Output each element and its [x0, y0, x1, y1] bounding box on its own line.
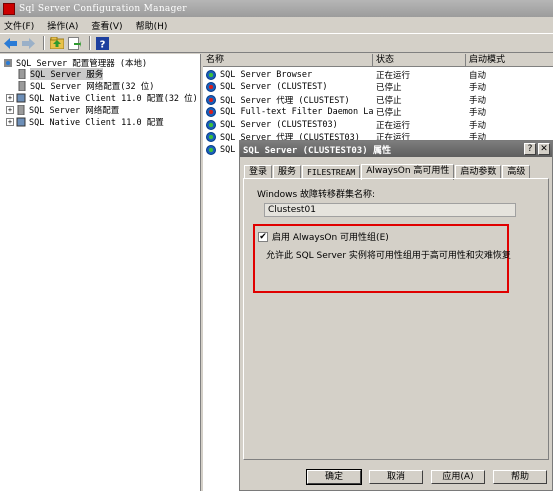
service-name: SQL Server (CLUSTEST03)	[220, 119, 338, 130]
apply-button[interactable]: 应用(A)	[431, 470, 485, 484]
toolbar-divider	[43, 36, 45, 50]
tree-item-native-client[interactable]: + SQL Native Client 11.0 配置	[6, 116, 164, 128]
list-header: 名称 状态 启动模式	[203, 54, 553, 67]
help-button[interactable]: 帮助	[493, 470, 547, 484]
alwayson-description: 允许此 SQL Server 实例将可用性组用于高可用性和灾难恢复	[266, 251, 511, 261]
list-row[interactable]: SQL Server (CLUSTEST03) 正在运行 手动	[203, 118, 553, 131]
tab-log-on[interactable]: 登录	[244, 165, 273, 179]
tree-expand-toggle[interactable]: +	[6, 118, 14, 126]
service-stopped-icon	[206, 82, 216, 92]
ok-button[interactable]: 确定	[306, 469, 362, 485]
toolbar: ?	[0, 33, 553, 53]
service-name: SQL Server 代理 (CLUSTEST)	[220, 95, 350, 106]
enable-alwayson-label: 启用 AlwaysOn 可用性组(E)	[272, 233, 389, 243]
app-title: Sql Server Configuration Manager	[19, 3, 187, 14]
service-name-cell: SQL Full-text Filter Daemon La...	[203, 107, 373, 117]
properties-dialog: SQL Server (CLUSTEST03) 属性 ? ✕ 登录 服务 FIL…	[239, 140, 553, 491]
tab-filestream[interactable]: FILESTREAM	[302, 165, 361, 179]
cancel-button[interactable]: 取消	[369, 470, 423, 484]
service-status-cell: 已停止	[376, 108, 402, 118]
back-arrow-icon[interactable]	[3, 36, 18, 51]
menu-bar: 文件(F) 操作(A) 查看(V) 帮助(H)	[0, 17, 553, 33]
service-name-cell: SQL Server 代理 (CLUSTEST)	[203, 94, 373, 106]
tab-startup-parameters[interactable]: 启动参数	[455, 165, 502, 179]
menu-action[interactable]: 操作(A)	[47, 19, 78, 32]
service-name: SQL Server Browser	[220, 69, 313, 80]
tree-item-native-client-32[interactable]: + SQL Native Client 11.0 配置(32 位)	[6, 92, 198, 104]
service-start-mode-cell: 手动	[469, 120, 487, 131]
service-name-cell: SQL Server (CLUSTEST)	[203, 82, 373, 92]
export-list-icon[interactable]	[67, 36, 82, 51]
help-icon[interactable]: ?	[95, 36, 110, 51]
list-row[interactable]: SQL Full-text Filter Daemon La... 已停止 手动	[203, 106, 553, 119]
native-client-icon	[16, 117, 26, 127]
toolbar-divider	[89, 36, 91, 50]
service-running-icon	[206, 144, 216, 155]
tree-item-network-config[interactable]: + SQL Server 网络配置	[6, 104, 119, 116]
enable-alwayson-checkbox[interactable]: ✔ 启用 AlwaysOn 可用性组(E)	[258, 230, 389, 243]
service-name-cell: SQL Server Browser	[203, 69, 373, 80]
list-row[interactable]: SQL Server (CLUSTEST) 已停止 手动	[203, 81, 553, 94]
service-running-icon	[206, 69, 216, 80]
tab-advanced[interactable]: 高级	[502, 165, 531, 179]
svg-text:?: ?	[100, 39, 106, 50]
tree-item-network-config-32[interactable]: SQL Server 网络配置(32 位)	[17, 80, 154, 92]
service-name: SQL	[220, 144, 236, 155]
tab-service[interactable]: 服务	[273, 165, 302, 179]
native-client-icon	[16, 93, 26, 103]
cluster-name-label: Windows 故障转移群集名称:	[257, 190, 376, 200]
column-header-start-mode[interactable]: 启动模式	[466, 54, 553, 67]
service-status-cell: 正在运行	[376, 70, 411, 81]
service-status-cell: 已停止	[376, 95, 402, 106]
checkbox-check-icon[interactable]: ✔	[258, 231, 268, 242]
service-name: SQL Server (CLUSTEST)	[220, 82, 328, 92]
dialog-title: SQL Server (CLUSTEST03) 属性	[243, 145, 392, 156]
cluster-name-field: Clustest01	[264, 203, 516, 217]
tree-expand-toggle[interactable]: +	[6, 94, 14, 102]
service-start-mode-cell: 自动	[469, 70, 487, 81]
dialog-help-button[interactable]: ?	[524, 143, 536, 155]
service-status-cell: 已停止	[376, 83, 402, 93]
dialog-title-bar: SQL Server (CLUSTEST03) 属性 ? ✕	[240, 141, 552, 157]
menu-file[interactable]: 文件(F)	[4, 19, 34, 32]
column-header-name[interactable]: 名称	[203, 54, 373, 67]
service-start-mode-cell: 手动	[469, 83, 487, 93]
menu-view[interactable]: 查看(V)	[91, 19, 122, 32]
app-icon	[3, 2, 15, 15]
tree-item-sql-server-services[interactable]: SQL Server 服务	[17, 68, 104, 80]
service-start-mode-cell: 手动	[469, 108, 487, 118]
service-running-icon	[206, 132, 216, 142]
forward-arrow-icon[interactable]	[21, 36, 36, 51]
list-row[interactable]: SQL Server 代理 (CLUSTEST) 已停止 手动	[203, 93, 553, 106]
alwayson-tab-panel: Windows 故障转移群集名称: Clustest01 ✔ 启用 Always…	[243, 178, 549, 460]
service-running-icon	[206, 119, 216, 130]
menu-help[interactable]: 帮助(H)	[136, 19, 168, 32]
dialog-close-button[interactable]: ✕	[538, 143, 550, 155]
service-name-cell: SQL Server (CLUSTEST03)	[203, 119, 373, 130]
up-folder-icon[interactable]	[49, 36, 64, 51]
server-services-icon	[18, 69, 26, 79]
column-header-status[interactable]: 状态	[373, 54, 466, 67]
service-status-cell: 正在运行	[376, 120, 411, 131]
dialog-tabs: 登录 服务 FILESTREAM AlwaysOn 高可用性 启动参数 高级	[244, 163, 531, 180]
navigation-tree: SQL Server 配置管理器 (本地) SQL Server 服务 SQL …	[0, 54, 201, 491]
service-start-mode-cell: 手动	[469, 95, 487, 106]
network-config-icon	[18, 81, 26, 91]
service-name: SQL Full-text Filter Daemon La...	[220, 107, 373, 117]
service-stopped-icon	[206, 107, 216, 117]
service-stopped-icon	[206, 94, 216, 105]
app-title-bar: Sql Server Configuration Manager	[0, 0, 553, 17]
tree-expand-toggle[interactable]: +	[6, 106, 14, 114]
network-config-icon	[17, 105, 25, 115]
configuration-manager-icon	[4, 59, 12, 67]
list-row[interactable]: SQL Server Browser 正在运行 自动	[203, 68, 553, 81]
